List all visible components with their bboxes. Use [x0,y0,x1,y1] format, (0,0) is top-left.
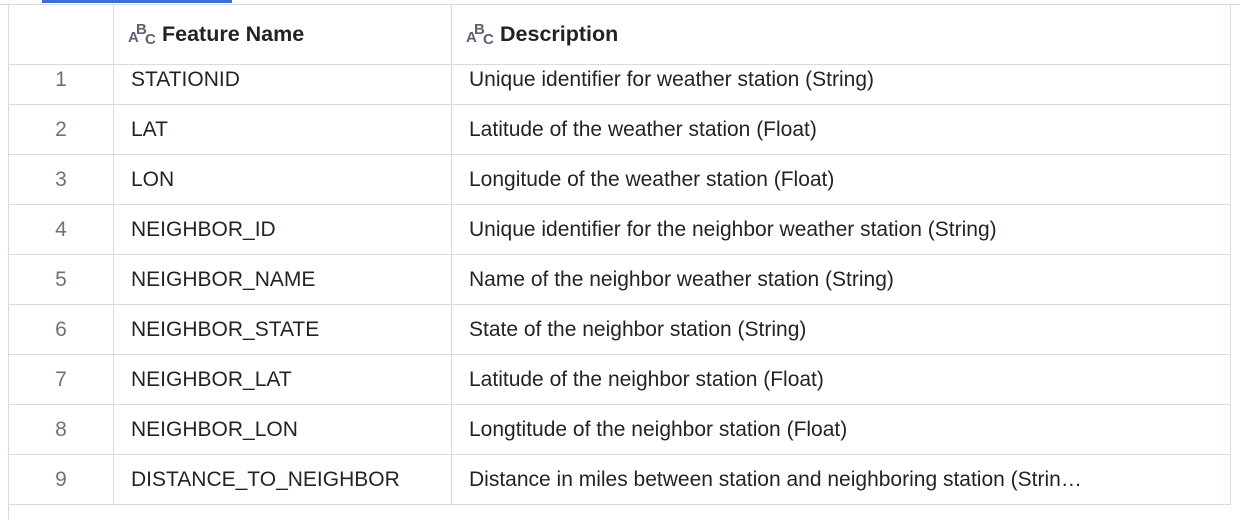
table-cell-description[interactable]: Unique identifier for the neighbor weath… [452,205,1231,255]
row-index: 7 [9,355,114,405]
table-cell-feature-name[interactable]: LON [114,155,452,205]
table-cell-feature-name[interactable]: NEIGHBOR_NAME [114,255,452,305]
row-index: 6 [9,305,114,355]
table-cell-description[interactable]: Distance in miles between station and ne… [452,455,1231,505]
table-cell-description[interactable]: State of the neighbor station (String) [452,305,1231,355]
table-cell-description[interactable]: Latitude of the weather station (Float) [452,105,1231,155]
row-index: 2 [9,105,114,155]
row-index: 8 [9,405,114,455]
table-cell-description[interactable]: Longitude of the weather station (Float) [452,155,1231,205]
string-type-icon: ABC [128,20,156,48]
table-cell-feature-name[interactable]: NEIGHBOR_STATE [114,305,452,355]
table-cell-description[interactable]: Longtitude of the neighbor station (Floa… [452,405,1231,455]
row-index: 1 [9,55,114,105]
table-view: ABC Feature Name ABC Description 1 STATIO… [0,0,1240,520]
row-index: 5 [9,255,114,305]
row-index: 9 [9,455,114,505]
column-header-label: Feature Name [162,22,305,46]
row-index: 3 [9,155,114,205]
table-cell-feature-name[interactable]: STATIONID [114,55,452,105]
table-cell-feature-name[interactable]: NEIGHBOR_LON [114,405,452,455]
data-grid: ABC Feature Name ABC Description 1 STATIO… [9,5,1231,505]
table-cell-feature-name[interactable]: NEIGHBOR_LAT [114,355,452,405]
column-header-label: Description [500,22,619,46]
table-cell-feature-name[interactable]: DISTANCE_TO_NEIGHBOR [114,455,452,505]
string-type-icon: ABC [466,20,494,48]
table-cell-description[interactable]: Latitude of the neighbor station (Float) [452,355,1231,405]
active-tab-indicator[interactable] [42,0,232,3]
table-cell-feature-name[interactable]: LAT [114,105,452,155]
table-cell-feature-name[interactable]: NEIGHBOR_ID [114,205,452,255]
table-cell-description[interactable]: Unique identifier for weather station (S… [452,55,1231,105]
table-cell-description[interactable]: Name of the neighbor weather station (St… [452,255,1231,305]
row-index: 4 [9,205,114,255]
